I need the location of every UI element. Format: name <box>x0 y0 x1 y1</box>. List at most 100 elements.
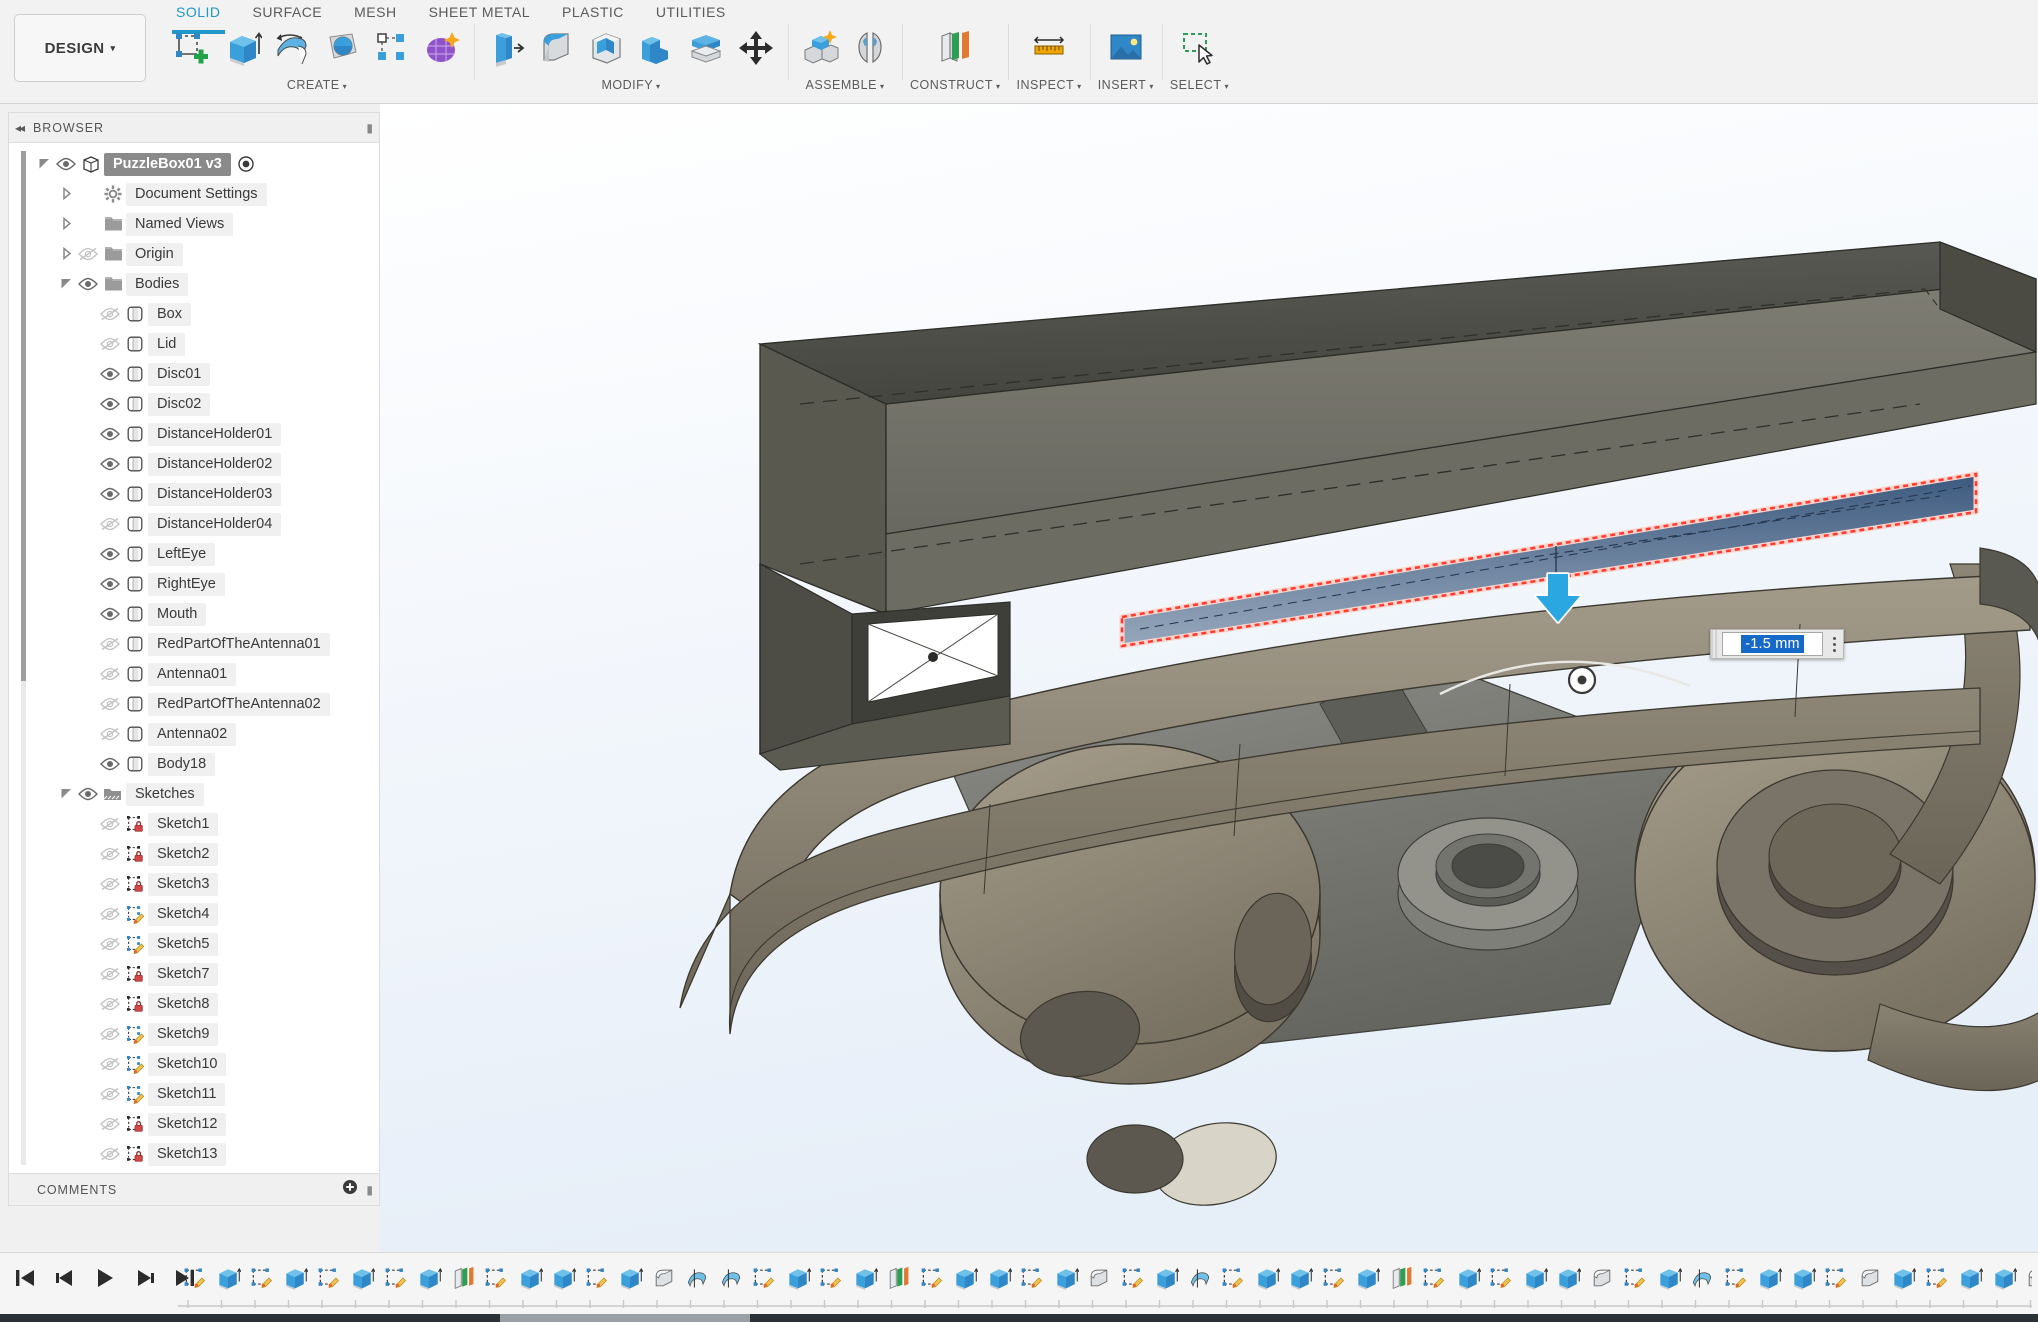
timeline-feature-extrude-44[interactable] <box>1652 1259 1686 1297</box>
ribbon-group-label[interactable]: ASSEMBLE▾ <box>806 78 885 92</box>
tree-item-sketch10[interactable]: Sketch10 <box>37 1049 379 1079</box>
press-pull-icon[interactable] <box>482 24 530 72</box>
timeline-feature-sketch-4[interactable] <box>312 1259 346 1297</box>
dimension-input-box[interactable]: -1.5 mm <box>1710 629 1844 659</box>
comments-resize-handle[interactable]: ▮ <box>366 1183 373 1197</box>
timeline-feature-revolve-45[interactable] <box>1686 1259 1720 1297</box>
tree-item-body-antenna01[interactable]: Antenna01 <box>37 659 379 689</box>
timeline-feature-plane-36[interactable] <box>1384 1259 1418 1297</box>
tree-item-body-box[interactable]: Box <box>37 299 379 329</box>
timeline-scrollbar-thumb[interactable] <box>500 1314 750 1322</box>
chevron-down-icon[interactable]: ▾ <box>656 82 661 91</box>
timeline-feature-revolve-16[interactable] <box>714 1259 748 1297</box>
comments-bar[interactable]: COMMENTS ▮ <box>9 1173 379 1205</box>
visibility-eye-off-icon[interactable] <box>98 997 122 1011</box>
tree-item-sketch11[interactable]: Sketch11 <box>37 1079 379 1109</box>
timeline-feature-sketch-2[interactable] <box>245 1259 279 1297</box>
tree-item-document-settings[interactable]: Document Settings <box>37 179 379 209</box>
timeline-feature-sketch-22[interactable] <box>915 1259 949 1297</box>
timeline-feature-sketch-31[interactable] <box>1217 1259 1251 1297</box>
tree-item-body-disc01[interactable]: Disc01 <box>37 359 379 389</box>
tree-item-body-redpartoftheantenna02[interactable]: RedPartOfTheAntenna02 <box>37 689 379 719</box>
visibility-eye-off-icon[interactable] <box>98 817 122 831</box>
timeline-feature-sketch-6[interactable] <box>379 1259 413 1297</box>
timeline-feature-extrude-53[interactable] <box>1954 1259 1988 1297</box>
more-options-icon[interactable] <box>1825 637 1843 652</box>
visibility-eye-icon[interactable] <box>76 277 100 291</box>
visibility-eye-icon[interactable] <box>98 457 122 471</box>
tree-item-bodies[interactable]: Bodies <box>37 269 379 299</box>
expand-arrow-closed-icon[interactable] <box>59 246 76 263</box>
timeline-feature-extrude-54[interactable] <box>1987 1259 2021 1297</box>
visibility-eye-off-icon[interactable] <box>98 697 122 711</box>
visibility-eye-off-icon[interactable] <box>98 637 122 651</box>
extrude-icon[interactable] <box>218 24 266 72</box>
timeline-feature-sketch-17[interactable] <box>748 1259 782 1297</box>
activate-component-radio[interactable] <box>237 155 255 173</box>
timeline-feature-extrude-41[interactable] <box>1552 1259 1586 1297</box>
expand-arrow-open-icon[interactable] <box>59 786 76 803</box>
timeline-feature-extrude-11[interactable] <box>547 1259 581 1297</box>
play-button[interactable] <box>90 1263 120 1293</box>
visibility-eye-icon[interactable] <box>98 757 122 771</box>
chevron-down-icon[interactable]: ▾ <box>1149 82 1154 91</box>
tree-item-sketch4[interactable]: Sketch4 <box>37 899 379 929</box>
visibility-eye-off-icon[interactable] <box>98 667 122 681</box>
visibility-eye-off-icon[interactable] <box>98 337 122 351</box>
tree-item-sketch5[interactable]: Sketch5 <box>37 929 379 959</box>
timeline-feature-extrude-18[interactable] <box>781 1259 815 1297</box>
timeline-feature-track[interactable] <box>178 1259 2032 1315</box>
tree-item-body-lid[interactable]: Lid <box>37 329 379 359</box>
visibility-eye-off-icon[interactable] <box>98 847 122 861</box>
sphere-icon[interactable] <box>318 24 366 72</box>
timeline-feature-sketch-9[interactable] <box>480 1259 514 1297</box>
expand-arrow-closed-icon[interactable] <box>59 216 76 233</box>
measure-icon[interactable] <box>1025 24 1073 72</box>
timeline-feature-sketch-37[interactable] <box>1418 1259 1452 1297</box>
timeline-feature-extrude-1[interactable] <box>212 1259 246 1297</box>
timeline-feature-extrude-33[interactable] <box>1284 1259 1318 1297</box>
offset-face-icon[interactable] <box>682 24 730 72</box>
timeline-feature-extrude-40[interactable] <box>1518 1259 1552 1297</box>
timeline-feature-extrude-48[interactable] <box>1786 1259 1820 1297</box>
visibility-eye-off-icon[interactable] <box>98 1087 122 1101</box>
step-back-button[interactable] <box>50 1263 80 1293</box>
create-sketch-icon[interactable] <box>168 24 216 72</box>
tree-item-sketches-folder[interactable]: Sketches <box>37 779 379 809</box>
ribbon-group-label[interactable]: INSERT▾ <box>1098 78 1154 92</box>
timeline-feature-extrude-51[interactable] <box>1887 1259 1921 1297</box>
timeline-feature-sketch-25[interactable] <box>1016 1259 1050 1297</box>
timeline-feature-fillet-14[interactable] <box>647 1259 681 1297</box>
timeline-feature-sketch-52[interactable] <box>1920 1259 1954 1297</box>
step-forward-button[interactable] <box>130 1263 160 1293</box>
chevron-down-icon[interactable]: ▾ <box>880 82 885 91</box>
timeline-feature-revolve-30[interactable] <box>1183 1259 1217 1297</box>
visibility-eye-off-icon[interactable] <box>98 517 122 531</box>
ribbon-group-label[interactable]: SELECT▾ <box>1170 78 1229 92</box>
timeline-feature-extrude-47[interactable] <box>1753 1259 1787 1297</box>
browser-scrollbar-thumb[interactable] <box>21 151 26 681</box>
tree-item-sketch3[interactable]: Sketch3 <box>37 869 379 899</box>
tree-item-origin[interactable]: Origin <box>37 239 379 269</box>
visibility-eye-off-icon[interactable] <box>98 1027 122 1041</box>
visibility-eye-off-icon[interactable] <box>98 1117 122 1131</box>
timeline-feature-extrude-26[interactable] <box>1049 1259 1083 1297</box>
tree-item-sketch9[interactable]: Sketch9 <box>37 1019 379 1049</box>
timeline-feature-extrude-23[interactable] <box>949 1259 983 1297</box>
timeline-feature-fillet-55[interactable] <box>2021 1259 2033 1297</box>
new-component-icon[interactable] <box>796 24 844 72</box>
combine-icon[interactable] <box>632 24 680 72</box>
timeline-feature-sketch-19[interactable] <box>815 1259 849 1297</box>
tree-item-sketch13[interactable]: Sketch13 <box>37 1139 379 1169</box>
visibility-eye-icon[interactable] <box>98 397 122 411</box>
tree-item-body-disc02[interactable]: Disc02 <box>37 389 379 419</box>
timeline-feature-extrude-29[interactable] <box>1150 1259 1184 1297</box>
tree-item-body-redpartoftheantenna01[interactable]: RedPartOfTheAntenna01 <box>37 629 379 659</box>
panel-resize-handle[interactable]: ▮ <box>366 121 373 135</box>
joint-icon[interactable] <box>846 24 894 72</box>
mesh-create-icon[interactable] <box>418 24 466 72</box>
tree-item-body-distanceholder01[interactable]: DistanceHolder01 <box>37 419 379 449</box>
timeline-feature-extrude-35[interactable] <box>1351 1259 1385 1297</box>
shell-icon[interactable] <box>582 24 630 72</box>
timeline-feature-sketch-46[interactable] <box>1719 1259 1753 1297</box>
